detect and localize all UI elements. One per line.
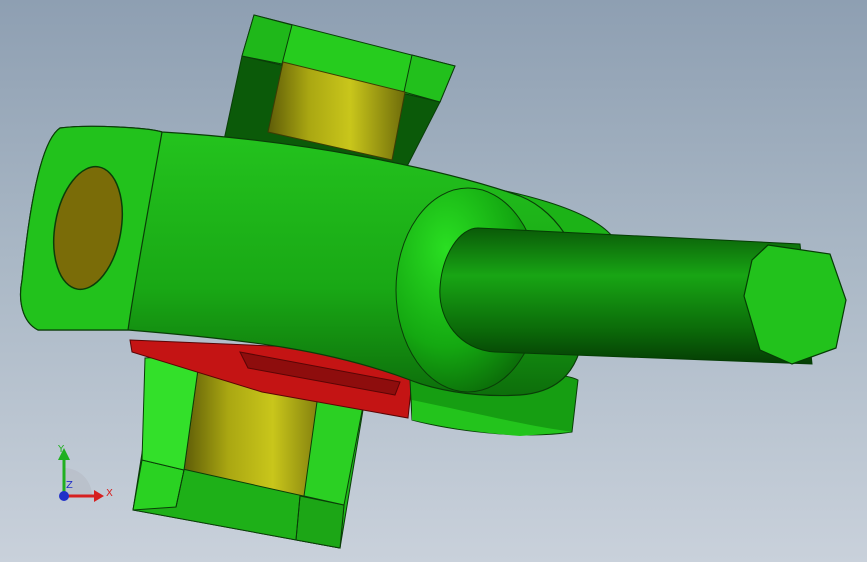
- 3d-model-view[interactable]: [0, 0, 867, 562]
- shaft[interactable]: [439, 227, 847, 365]
- triad-z-label: Z: [66, 480, 73, 491]
- graphics-viewport[interactable]: Y X Z: [0, 0, 867, 562]
- shaft-end-face: [743, 244, 847, 365]
- triad-z-axis: [59, 491, 69, 501]
- orientation-triad[interactable]: Y X Z: [44, 438, 124, 510]
- triad-y-label: Y: [57, 444, 65, 455]
- triad-x-label: X: [106, 488, 113, 499]
